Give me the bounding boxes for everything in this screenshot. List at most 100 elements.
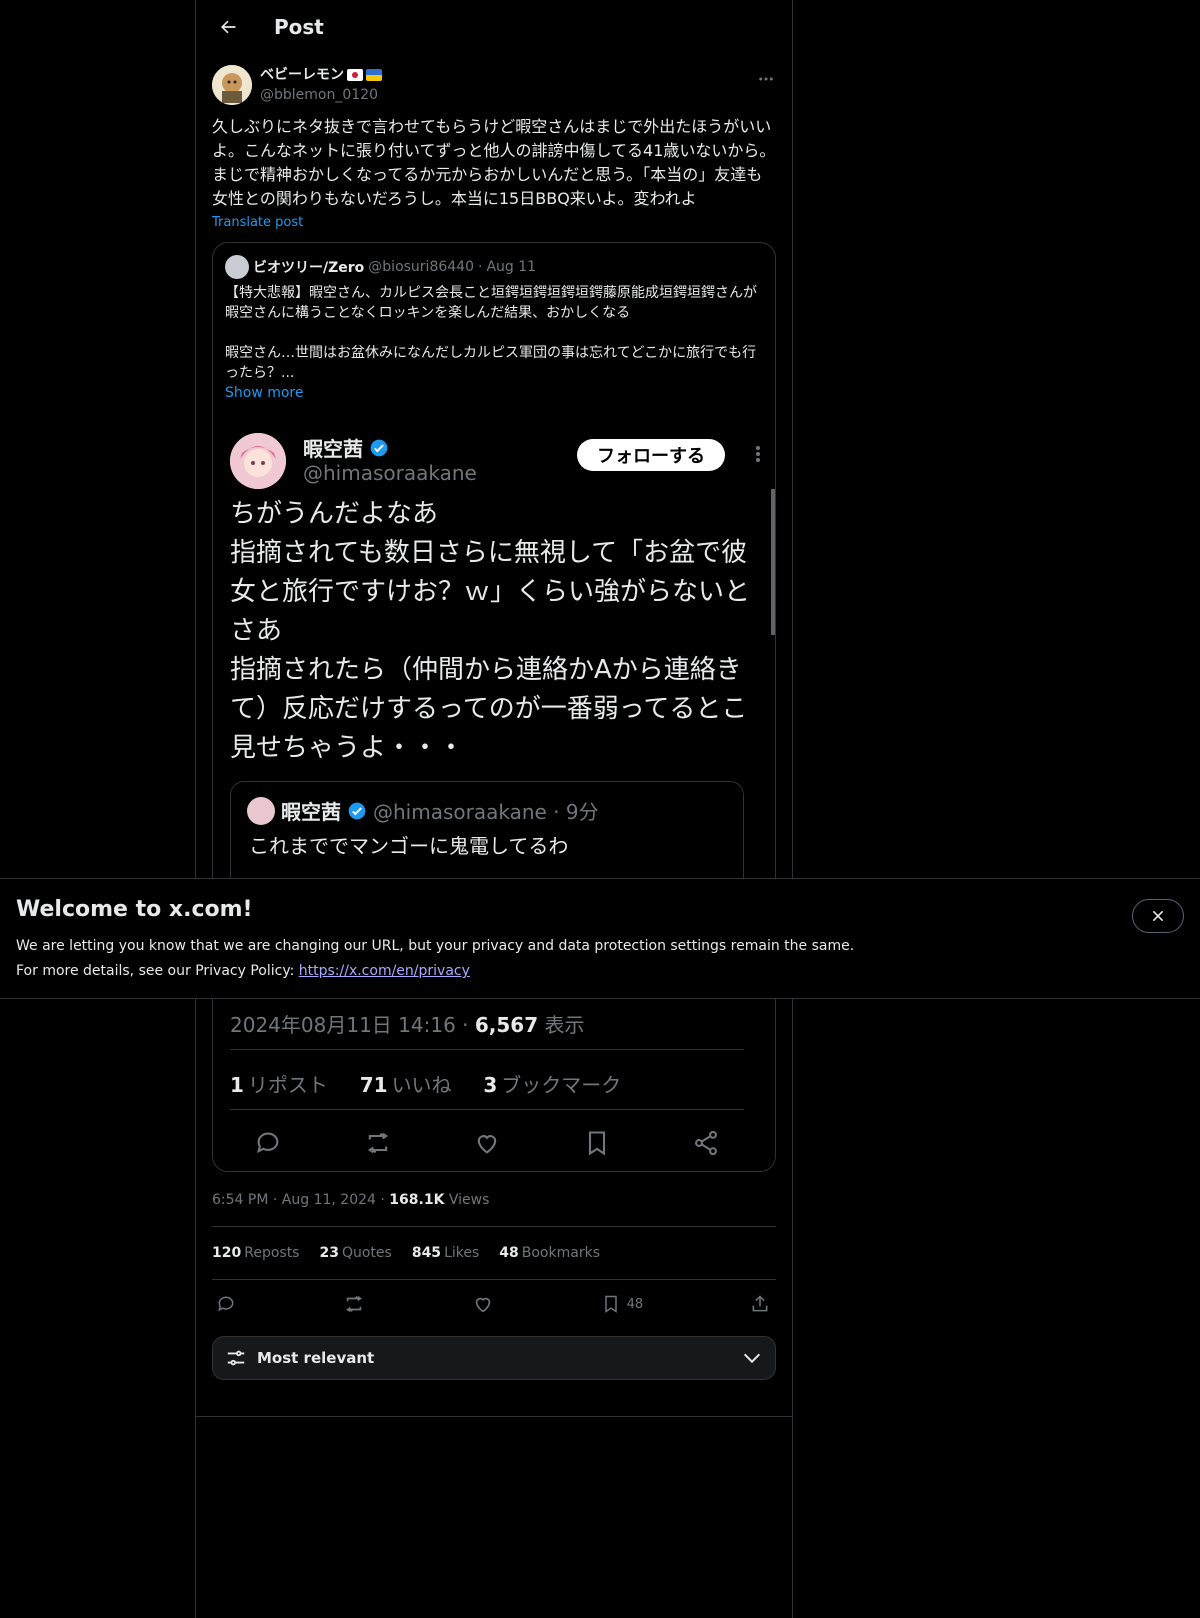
share-icon xyxy=(695,1130,717,1156)
divider xyxy=(196,1416,792,1417)
likes-stat[interactable]: 845 Likes xyxy=(412,1245,479,1261)
screenshot-inner-avatar xyxy=(247,796,275,825)
screenshot-views-label: 表示 xyxy=(544,1013,585,1037)
reply-button[interactable] xyxy=(216,1294,236,1314)
bookmark-count: 48 xyxy=(626,1296,644,1312)
likes-count: 845 xyxy=(411,1245,442,1261)
dog-avatar-icon xyxy=(212,65,252,105)
banner-text: We are letting you know that we are chan… xyxy=(16,934,854,984)
display-name-text: ベビーレモン xyxy=(260,67,344,83)
quotes-stat[interactable]: 23 Quotes xyxy=(319,1245,391,1261)
display-name[interactable]: ベビーレモン xyxy=(260,65,382,85)
user-handle[interactable]: @bblemon_0120 xyxy=(260,85,382,105)
screenshot-datetime: 2024年08月11日 14:16 · xyxy=(230,1013,475,1037)
translate-post-link[interactable]: Translate post xyxy=(196,215,792,230)
screenshot-views: 6,567 xyxy=(474,1013,539,1037)
quote-date: Aug 11 xyxy=(486,259,537,275)
screenshot-follow-button: フォローする xyxy=(577,439,725,471)
bookmark-icon xyxy=(588,1131,605,1156)
close-icon xyxy=(1152,910,1164,922)
views-label: Views xyxy=(448,1192,490,1208)
reply-sort-dropdown[interactable]: Most relevant xyxy=(212,1336,776,1380)
main-column: Post ベビーレモン @bblemon_0120 久しぶりにネタ抜きで言わせて… xyxy=(195,0,793,1618)
quote-avatar xyxy=(225,255,249,279)
header: Post xyxy=(196,0,792,53)
sliders-icon xyxy=(227,1350,245,1366)
post-stats: 120 Reposts 23 Quotes 845 Likes 48 Bookmarks xyxy=(196,1227,792,1279)
views-count: 168.1K xyxy=(389,1192,445,1208)
repost-button[interactable] xyxy=(343,1293,365,1315)
more-horizontal-icon xyxy=(759,77,773,81)
post-author: ベビーレモン @bblemon_0120 xyxy=(196,53,792,105)
screenshot-inner-handle: @himasoraakane · 9分 xyxy=(373,800,599,824)
privacy-policy-link[interactable]: https://x.com/en/privacy xyxy=(299,963,470,979)
show-more-link[interactable]: Show more xyxy=(213,383,775,403)
screenshot-name-text: 暇空茜 xyxy=(303,437,363,461)
repost-icon xyxy=(367,1132,388,1154)
post-text: 久しぶりにネタ抜きで言わせてもらうけど暇空さんはまじで外出たほうがいいよ。こんな… xyxy=(212,117,776,208)
share-button[interactable] xyxy=(750,1294,770,1314)
like-icon xyxy=(477,1135,497,1154)
reposts-stat[interactable]: 120 Reposts xyxy=(212,1245,299,1261)
quoted-screenshot-image[interactable]: 暇空茜 @himasoraakane フォローする ちがうんだよなあ 指摘されて… xyxy=(213,423,775,1171)
screenshot-scrollbar xyxy=(771,489,775,635)
back-button[interactable] xyxy=(210,9,246,45)
reposts-label: Reposts xyxy=(244,1245,300,1261)
screenshot-likes: 71 xyxy=(359,1073,388,1097)
bookmark-icon xyxy=(604,1295,617,1313)
screenshot-inner-text: これまででマンゴーに鬼電してるわ xyxy=(249,834,569,858)
screenshot-meta: 2024年08月11日 14:16 · 6,567 表示 xyxy=(230,1009,585,1038)
quotes-count: 23 xyxy=(319,1245,339,1261)
quotes-label: Quotes xyxy=(341,1245,392,1261)
post-timestamp: 6:54 PM · Aug 11, 2024 · 168.1K Views xyxy=(212,1192,490,1208)
anime-avatar-icon xyxy=(230,433,286,489)
screenshot-bookmarks-label: ブックマーク xyxy=(501,1073,622,1097)
banner-line-1: We are letting you know that we are chan… xyxy=(16,938,855,954)
screenshot-likes-label: いいね xyxy=(391,1073,452,1097)
reply-icon xyxy=(218,1296,234,1312)
arrow-left-icon xyxy=(221,20,236,33)
screenshot-avatar xyxy=(230,433,286,489)
repost-icon xyxy=(345,1295,362,1313)
bookmarks-label: Bookmarks xyxy=(521,1245,600,1261)
banner-close-button[interactable] xyxy=(1132,899,1184,933)
quote-text: 【特大悲報】暇空さん、カルピス会長こと垣鍔垣鍔垣鍔垣鍔藤原能成垣鍔垣鍔さんが暇空… xyxy=(225,285,757,381)
screenshot-actions xyxy=(230,1129,744,1157)
avatar[interactable] xyxy=(212,65,252,105)
bookmarks-stat[interactable]: 48 Bookmarks xyxy=(499,1245,600,1261)
post-time[interactable]: 6:54 PM xyxy=(212,1192,268,1208)
quoted-post[interactable]: ビオツリー/Zero @biosuri86440 · Aug 11 【特大悲報】… xyxy=(212,242,776,1172)
reply-icon xyxy=(257,1132,279,1154)
likes-label: Likes xyxy=(444,1245,480,1261)
verified-badge-icon xyxy=(370,439,388,456)
quote-display-name: ビオツリー/Zero xyxy=(253,260,365,276)
quote-handle: @biosuri86440 xyxy=(368,259,474,275)
welcome-banner: Welcome to x.com! We are letting you kno… xyxy=(0,878,1200,999)
post-actions: 48 xyxy=(196,1280,792,1328)
quote-separator: · xyxy=(478,259,483,275)
screenshot-more-icon xyxy=(755,445,761,467)
screenshot-stats: 1 リポスト 71 いいね 3 ブックマーク xyxy=(230,1069,621,1098)
japan-flag-icon xyxy=(347,69,363,81)
bookmarks-count: 48 xyxy=(499,1245,519,1261)
chevron-down-icon xyxy=(743,1353,761,1364)
reposts-count: 120 xyxy=(212,1245,242,1261)
divider xyxy=(230,1109,744,1110)
more-options-button[interactable] xyxy=(756,69,776,89)
divider xyxy=(230,1049,744,1050)
verified-badge-icon xyxy=(348,802,366,819)
like-button[interactable] xyxy=(472,1293,494,1315)
banner-line-2: For more details, see our Privacy Policy… xyxy=(16,963,299,979)
sort-label: Most relevant xyxy=(257,1349,375,1367)
banner-title: Welcome to x.com! xyxy=(16,897,253,922)
screenshot-text: ちがうんだよなあ 指摘されても数日さらに無視して「お盆で彼女と旅行ですけお？ｗ」… xyxy=(230,499,751,763)
share-icon xyxy=(752,1295,768,1312)
post-date[interactable]: Aug 11, 2024 xyxy=(282,1192,376,1208)
bookmark-button[interactable]: 48 xyxy=(601,1294,644,1314)
ukraine-flag-icon xyxy=(366,69,382,81)
screenshot-inner-name: 暇空茜 xyxy=(281,800,341,824)
screenshot-handle: @himasoraakane xyxy=(303,461,477,485)
screenshot-reposts-label: リポスト xyxy=(247,1073,328,1097)
page-title: Post xyxy=(274,14,324,39)
screenshot-name: 暇空茜 xyxy=(303,433,389,462)
